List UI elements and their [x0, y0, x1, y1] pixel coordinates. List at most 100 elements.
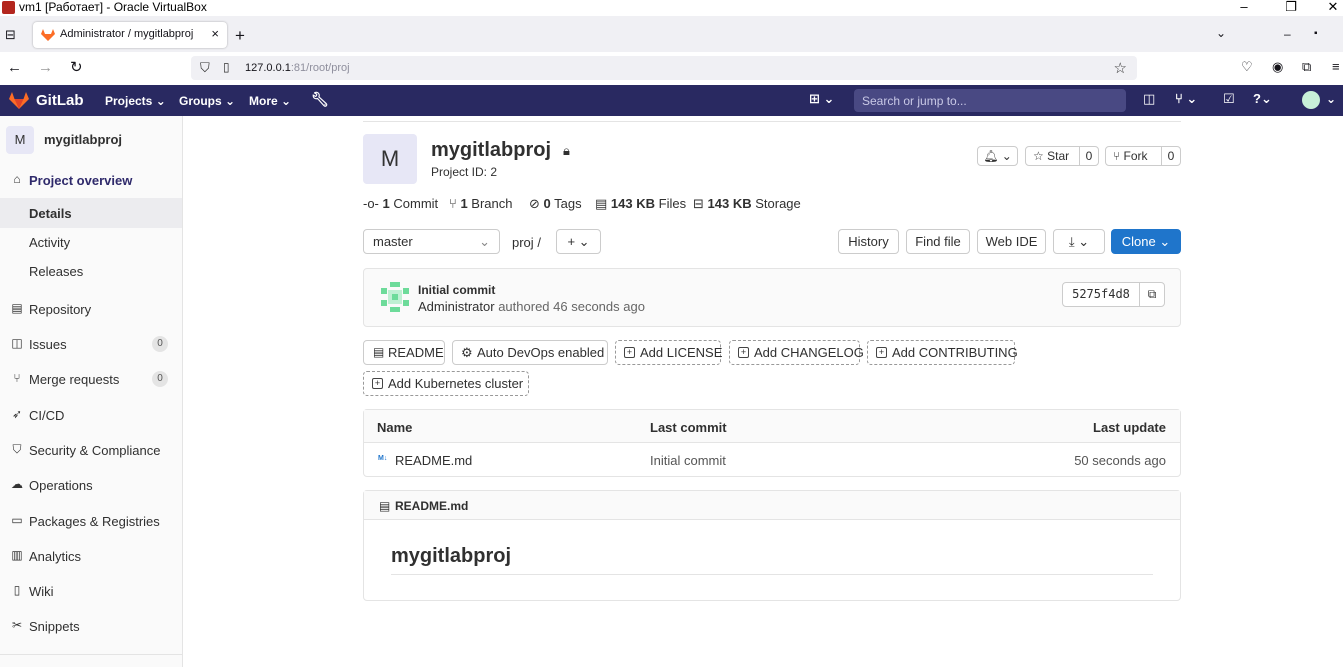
sidebar-item-analytics[interactable]: ▥ Analytics: [0, 541, 182, 571]
restore-icon[interactable]: ❐: [1271, 0, 1311, 16]
search-input[interactable]: Search or jump to...: [854, 89, 1126, 112]
menu-groups[interactable]: Groups ⌄: [179, 94, 235, 108]
tag-icon: ⊘: [529, 196, 540, 211]
tab-title: Administrator / mygitlabproj: [60, 28, 194, 40]
sidebar-subitem-releases[interactable]: Releases: [0, 256, 182, 286]
add-kubernetes-button[interactable]: + Add Kubernetes cluster: [363, 371, 529, 396]
chevron-down-icon[interactable]: ⌄: [1326, 92, 1336, 106]
add-changelog-button[interactable]: + Add CHANGELOG: [729, 340, 864, 365]
tab-list-icon[interactable]: ⊟: [5, 27, 16, 43]
chart-icon: ▥: [11, 548, 23, 562]
gitlab-logo-text[interactable]: GitLab: [36, 92, 84, 109]
gitlab-logo-icon[interactable]: [9, 92, 29, 109]
sidebar-item-operations[interactable]: ☁ Operations: [0, 470, 182, 500]
close-window-icon[interactable]: ✕: [1313, 0, 1343, 16]
account-icon[interactable]: ◉: [1272, 59, 1283, 75]
avatar[interactable]: [1302, 91, 1320, 109]
sidebar-item-issues[interactable]: ◫ Issues 0: [0, 329, 182, 359]
readme-header: ▤ README.md: [364, 491, 1180, 520]
menu-more[interactable]: More ⌄: [249, 94, 291, 108]
bookmark-star-icon[interactable]: ☆: [1114, 59, 1127, 77]
reload-icon[interactable]: ↻: [70, 58, 83, 76]
col-name: Name: [377, 420, 413, 435]
star-count: 0: [1079, 147, 1098, 165]
help-icon[interactable]: ?⌄: [1253, 91, 1272, 107]
clone-button[interactable]: Clone ⌄: [1111, 229, 1181, 254]
add-license-button[interactable]: + Add LICENSE: [615, 340, 722, 365]
star-button[interactable]: ☆ Star 0: [1025, 146, 1099, 166]
history-button[interactable]: History: [838, 229, 899, 254]
sidebar-item-security[interactable]: ⛉ Security & Compliance: [0, 435, 182, 465]
stat-commits[interactable]: -o- 1 Commit: [363, 196, 438, 211]
browser-tab[interactable]: Administrator / mygitlabproj ×: [33, 22, 227, 48]
minimize-icon[interactable]: –: [1284, 27, 1291, 41]
breadcrumb-path[interactable]: proj /: [512, 235, 541, 250]
sidebar-item-packages[interactable]: ▭ Packages & Registries: [0, 506, 182, 536]
menu-icon[interactable]: ≡: [1332, 59, 1340, 74]
plus-square-icon: +: [738, 347, 749, 358]
sidebar-subitem-activity[interactable]: Activity: [0, 227, 182, 257]
stat-tags[interactable]: ⊘ 0 Tags: [529, 196, 582, 212]
project-avatar-large: M: [363, 134, 417, 184]
add-contributing-button[interactable]: + Add CONTRIBUTING: [867, 340, 1018, 365]
readme-button[interactable]: ▤ README: [363, 340, 445, 365]
col-last-commit: Last commit: [650, 420, 727, 435]
file-table: Name Last commit Last update M↓ README.m…: [363, 409, 1181, 477]
readme-filename[interactable]: README.md: [395, 499, 468, 513]
new-item-icon[interactable]: ⊞ ⌄: [809, 91, 834, 107]
extensions-icon[interactable]: ⧉: [1302, 59, 1311, 75]
download-icon: ⤓: [1068, 234, 1075, 249]
todo-icon[interactable]: ☑: [1223, 91, 1235, 107]
commit-title[interactable]: Initial commit: [418, 283, 495, 297]
maximize-icon[interactable]: ▪: [1314, 28, 1318, 39]
download-button[interactable]: ⤓ ⌄: [1053, 229, 1105, 254]
commit-icon: -o-: [363, 196, 379, 211]
new-tab-icon[interactable]: +: [235, 26, 245, 46]
web-ide-button[interactable]: Web IDE: [977, 229, 1046, 254]
add-file-dropdown[interactable]: + ⌄: [556, 229, 601, 254]
scissors-icon: ✂: [11, 618, 23, 632]
lock-icon: 🔒︎: [563, 143, 570, 158]
copy-sha-icon[interactable]: ⧉: [1139, 282, 1165, 307]
commit-author-avatar: [381, 282, 409, 312]
shield-icon[interactable]: ⛉: [200, 60, 210, 76]
find-file-button[interactable]: Find file: [906, 229, 970, 254]
top-divider: [363, 121, 1181, 122]
stat-files[interactable]: ▤ 143 KB Files: [595, 196, 686, 212]
sidebar-item-snippets[interactable]: ✂ Snippets: [0, 611, 182, 641]
tab-close-icon[interactable]: ×: [211, 26, 219, 41]
issues-icon[interactable]: ◫: [1143, 91, 1155, 107]
stat-branches[interactable]: ⑂ 1 Branch: [449, 196, 513, 211]
project-avatar[interactable]: M: [6, 126, 34, 154]
auto-devops-button[interactable]: ⚙ Auto DevOps enabled: [452, 340, 608, 365]
merge-request-icon[interactable]: ⑂ ⌄: [1175, 91, 1197, 107]
stat-storage[interactable]: ⊟ 143 KB Storage: [693, 196, 801, 212]
forward-icon[interactable]: →: [38, 59, 53, 76]
url-bar[interactable]: ⛉ ▯ 127.0.0.1:81/root/proj ☆: [191, 56, 1137, 80]
sidebar-item-merge-requests[interactable]: ⑂ Merge requests 0: [0, 364, 182, 394]
sidebar-item-repository[interactable]: ▤ Repository: [0, 294, 182, 324]
notifications-button[interactable]: 🔔︎ ⌄: [977, 146, 1018, 166]
sidebar-item-project-overview[interactable]: ⌂ Project overview: [0, 165, 182, 195]
chevron-down-icon[interactable]: ⌄: [1216, 26, 1226, 40]
plus-square-icon: +: [876, 347, 887, 358]
table-row[interactable]: M↓ README.md Initial commit 50 seconds a…: [364, 444, 1180, 476]
project-name[interactable]: mygitlabproj: [44, 132, 122, 147]
document-icon: ▤: [379, 499, 391, 513]
menu-projects[interactable]: Projects ⌄: [105, 94, 166, 108]
minimize-icon[interactable]: –: [1224, 0, 1264, 16]
branch-select[interactable]: master ⌄: [363, 229, 500, 254]
admin-wrench-icon[interactable]: 🔧︎: [311, 91, 329, 108]
sidebar-item-wiki[interactable]: ▯ Wiki: [0, 576, 182, 606]
file-commit-link[interactable]: Initial commit: [650, 453, 726, 468]
issues-count-badge: 0: [152, 336, 168, 352]
file-name-link[interactable]: README.md: [395, 453, 472, 468]
sidebar-item-cicd[interactable]: ➶ CI/CD: [0, 400, 182, 430]
markdown-icon: M↓: [378, 455, 388, 462]
commit-sha[interactable]: 5275f4d8: [1062, 282, 1140, 307]
gitlab-favicon-icon: [41, 29, 55, 41]
sidebar-subitem-details[interactable]: Details: [0, 198, 182, 228]
back-icon[interactable]: ←: [7, 59, 22, 76]
fork-button[interactable]: ⑂ Fork 0: [1105, 146, 1181, 166]
pocket-icon[interactable]: ♡: [1241, 59, 1253, 75]
